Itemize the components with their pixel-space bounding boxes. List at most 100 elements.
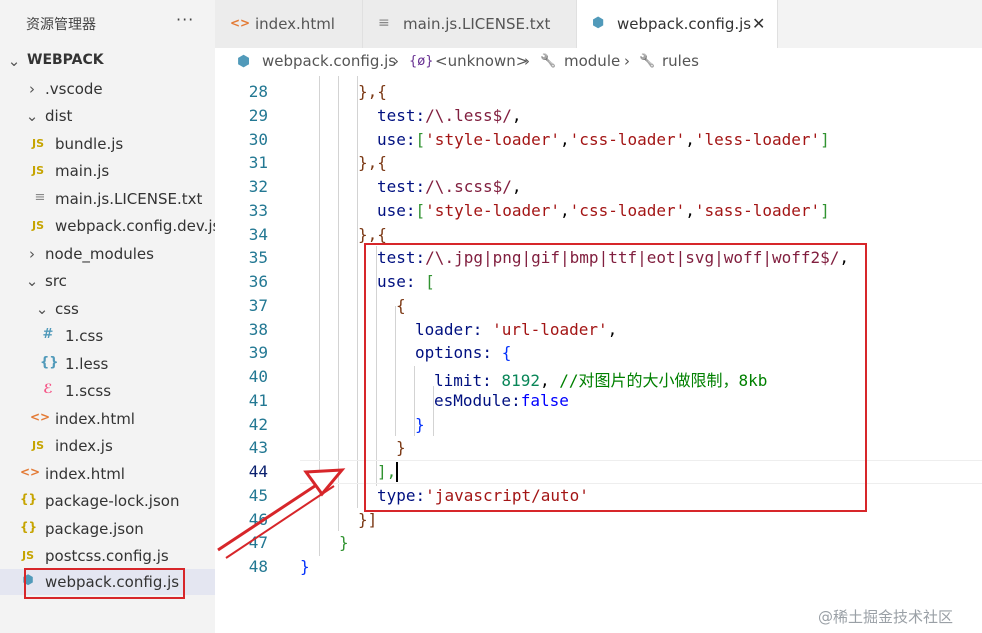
tree-item-src[interactable]: ⌄ src [0, 268, 215, 294]
code-line-46: }] [358, 510, 378, 529]
tree-item-css-folder[interactable]: ⌄ css [0, 296, 215, 322]
explorer-sidebar: 资源管理器 ··· ⌄ WEBPACK › .vscode ⌄ dist JS … [0, 0, 220, 633]
code-line-48: } [300, 557, 310, 576]
text-file-icon: ≡ [34, 190, 46, 205]
line-number: 31 [248, 153, 268, 172]
line-number-current: 44 [248, 462, 268, 481]
html-file-icon: <> [20, 465, 41, 479]
text-file-icon: ≡ [378, 15, 390, 31]
tree-item-index-html[interactable]: <> index.html [0, 461, 215, 487]
breadcrumb: ⬢ webpack.config.js › {ø} <unknown> › 🔧 … [215, 48, 982, 76]
tree-item-1-css[interactable]: # 1.css [0, 323, 215, 349]
tree-item-label: bundle.js [55, 135, 124, 153]
line-number: 29 [248, 106, 268, 125]
line-number: 39 [248, 343, 268, 362]
tree-item-main-js[interactable]: JS main.js [0, 158, 215, 184]
tree-item-1-scss[interactable]: ℰ 1.scss [0, 378, 215, 404]
tree-item-label: 1.less [65, 355, 109, 373]
code-line-34: },{ [358, 225, 387, 244]
js-file-icon: JS [21, 549, 34, 562]
tree-item-index-js[interactable]: JS index.js [0, 433, 215, 459]
tab-label: index.html [255, 15, 335, 33]
tree-item-label: package-lock.json [45, 492, 180, 510]
js-file-icon: JS [31, 137, 44, 150]
js-file-icon: JS [31, 164, 44, 177]
tree-item-label: 1.scss [65, 382, 112, 400]
tree-item-label: main.js.LICENSE.txt [55, 190, 203, 208]
indent-guide [357, 76, 358, 508]
chevron-down-icon: ⌄ [7, 52, 21, 70]
tree-item-label: webpack.config.dev.js [55, 217, 221, 235]
code-line-29: test:/\.less$/, [377, 106, 522, 125]
line-number: 28 [248, 82, 268, 101]
tree-item-label: index.html [45, 465, 125, 483]
tree-item-node-modules[interactable]: › node_modules [0, 241, 215, 267]
chevron-right-icon: › [29, 245, 35, 263]
line-number: 38 [248, 320, 268, 339]
tree-item-vscode[interactable]: › .vscode [0, 76, 215, 102]
tree-item-package-lock[interactable]: {} package-lock.json [0, 488, 215, 514]
chevron-down-icon: ⌄ [25, 272, 39, 290]
code-line-33: use:['style-loader','css-loader','sass-l… [377, 201, 830, 220]
chevron-right-icon: › [393, 52, 399, 70]
tab-license-txt[interactable]: ≡ main.js.LICENSE.txt [363, 0, 577, 48]
project-root-folder[interactable]: ⌄ WEBPACK [0, 48, 215, 74]
line-number: 30 [248, 130, 268, 149]
json-file-icon: {} [20, 492, 38, 506]
tree-item-label: css [55, 300, 79, 318]
html-file-icon: <> [230, 16, 251, 30]
line-number: 37 [248, 296, 268, 315]
tab-webpack-config[interactable]: ⬢ webpack.config.js ✕ [577, 0, 778, 48]
tree-item-label: dist [45, 107, 73, 125]
tree-item-label: src [45, 272, 67, 290]
sass-file-icon: ℰ [43, 382, 53, 397]
file-highlight-box [24, 568, 185, 599]
code-line-32: test:/\.scss$/, [377, 177, 522, 196]
tree-item-label: .vscode [45, 80, 103, 98]
project-root-label: WEBPACK [27, 52, 104, 68]
line-number: 42 [248, 415, 268, 434]
code-line-30: use:['style-loader','css-loader','less-l… [377, 130, 830, 149]
line-number: 45 [248, 486, 268, 505]
tree-item-bundle-js[interactable]: JS bundle.js [0, 131, 215, 157]
tab-label: main.js.LICENSE.txt [403, 15, 551, 33]
wrench-icon: 🔧 [639, 54, 656, 69]
code-line-31: },{ [358, 153, 387, 172]
tab-label: webpack.config.js [617, 15, 752, 33]
breadcrumb-rules[interactable]: rules [662, 52, 699, 70]
breadcrumb-module[interactable]: module [564, 52, 620, 70]
editor-tabs: <> index.html ≡ main.js.LICENSE.txt ⬢ we… [215, 0, 982, 48]
code-line-28: },{ [358, 82, 387, 101]
wrench-icon: 🔧 [540, 54, 557, 69]
watermark: @稀土掘金技术社区 [818, 608, 954, 626]
tree-item-postcss-config[interactable]: JS postcss.config.js [0, 543, 215, 569]
tab-index-html[interactable]: <> index.html [215, 0, 363, 48]
code-highlight-box [364, 243, 867, 512]
chevron-down-icon: ⌄ [35, 300, 49, 318]
breadcrumb-file[interactable]: webpack.config.js [262, 52, 396, 70]
tree-item-package-json[interactable]: {} package.json [0, 516, 215, 542]
line-number: 41 [248, 391, 268, 410]
tree-item-src-index-html[interactable]: <> index.html [0, 406, 215, 432]
indent-guide [319, 76, 320, 556]
close-icon[interactable]: ✕ [752, 14, 765, 33]
tree-item-webpack-config-dev[interactable]: JS webpack.config.dev.js [0, 213, 220, 239]
more-actions-icon[interactable]: ··· [176, 10, 194, 29]
tree-item-label: index.js [55, 437, 113, 455]
unknown-symbol-icon: {ø} [409, 54, 434, 69]
breadcrumb-unknown[interactable]: <unknown> [435, 52, 528, 70]
line-number: 33 [248, 201, 268, 220]
line-number: 48 [248, 557, 268, 576]
line-number: 46 [248, 510, 268, 529]
explorer-title: 资源管理器 [26, 17, 96, 33]
css-file-icon: # [42, 327, 54, 342]
tree-item-dist[interactable]: ⌄ dist [0, 103, 215, 129]
webpack-file-icon: ⬢ [592, 15, 605, 31]
tree-item-label: 1.css [65, 327, 104, 345]
line-number: 47 [248, 533, 268, 552]
tree-item-1-less[interactable]: {} 1.less [0, 351, 215, 377]
code-line-47: } [339, 533, 349, 552]
chevron-right-icon: › [624, 52, 630, 70]
tree-item-license-txt[interactable]: ≡ main.js.LICENSE.txt [0, 186, 215, 212]
line-number: 34 [248, 225, 268, 244]
